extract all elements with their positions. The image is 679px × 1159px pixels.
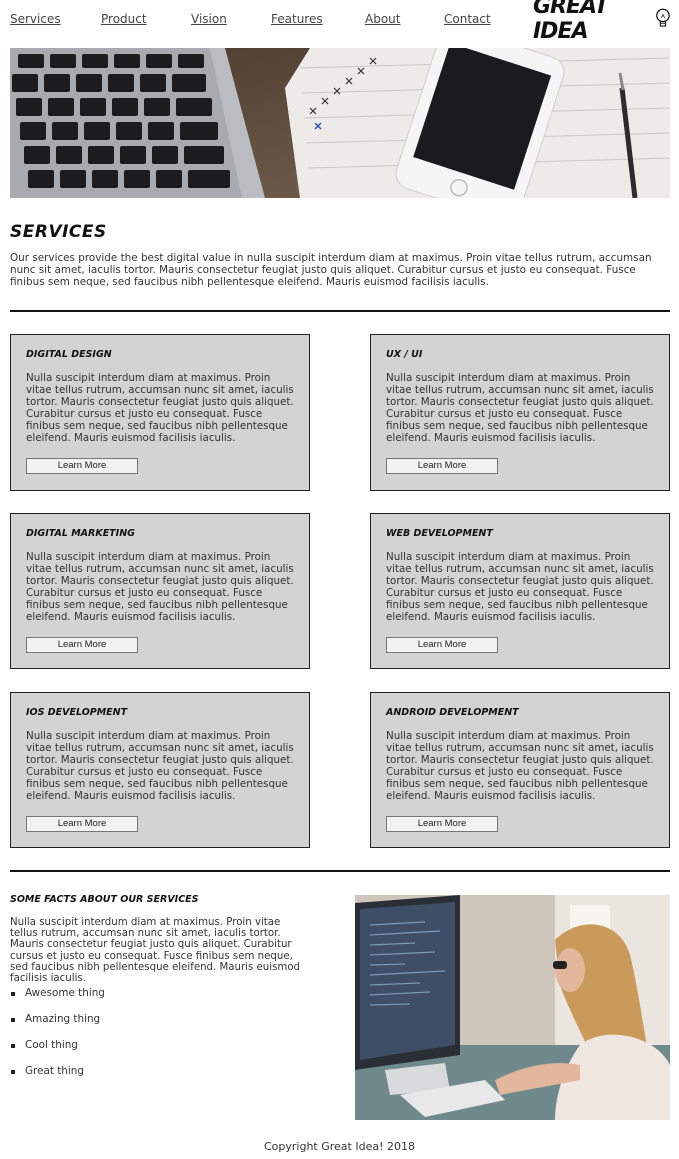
- facts-title: Some facts about our services: [10, 894, 199, 905]
- service-card-digital-marketing: Digital Marketing Nulla suscipit interdu…: [10, 513, 310, 669]
- facts-text: Nulla suscipit interdum diam at maximus.…: [10, 917, 301, 985]
- nav-link-vision[interactable]: Vision: [191, 12, 227, 26]
- logo[interactable]: GREAT IDEA: [533, 0, 671, 44]
- facts-list: Awesome thing Amazing thing Cool thing G…: [10, 987, 105, 1091]
- services-intro: Our services provide the best digital va…: [10, 252, 652, 288]
- service-card-ios-development: IOS Development Nulla suscipit interdum …: [10, 692, 310, 848]
- card-text: Nulla suscipit interdum diam at maximus.…: [26, 372, 294, 444]
- learn-more-button[interactable]: Learn More: [26, 816, 138, 832]
- card-text: Nulla suscipit interdum diam at maximus.…: [386, 551, 654, 623]
- learn-more-button[interactable]: Learn More: [386, 816, 498, 832]
- nav-link-services[interactable]: Services: [10, 12, 61, 26]
- card-text: Nulla suscipit interdum diam at maximus.…: [386, 730, 654, 802]
- service-card-digital-design: Digital Design Nulla suscipit interdum d…: [10, 334, 310, 491]
- list-item: Amazing thing: [10, 1013, 105, 1039]
- list-item: Awesome thing: [10, 987, 105, 1013]
- nav-link-contact[interactable]: Contact: [444, 12, 491, 26]
- logo-text: GREAT IDEA: [533, 0, 609, 44]
- card-text: Nulla suscipit interdum diam at maximus.…: [26, 551, 294, 623]
- lightbulb-icon: [656, 8, 670, 27]
- card-title: UX / UI: [386, 349, 423, 360]
- card-text: Nulla suscipit interdum diam at maximus.…: [386, 372, 654, 444]
- learn-more-button[interactable]: Learn More: [386, 637, 498, 653]
- footer-copyright: Copyright Great Idea! 2018: [263, 1140, 415, 1153]
- services-title: SERVICES: [10, 222, 107, 242]
- card-title: Android Development: [386, 707, 519, 718]
- card-title: Digital Design: [26, 349, 112, 360]
- learn-more-button[interactable]: Learn More: [26, 637, 138, 653]
- learn-more-button[interactable]: Learn More: [26, 458, 138, 474]
- nav-link-about[interactable]: About: [365, 12, 400, 26]
- list-item: Cool thing: [10, 1039, 105, 1065]
- service-card-web-development: Web Development Nulla suscipit interdum …: [370, 513, 670, 669]
- learn-more-button[interactable]: Learn More: [386, 458, 498, 474]
- service-card-android-development: Android Development Nulla suscipit inter…: [370, 692, 670, 848]
- divider: [10, 870, 670, 872]
- hero-photo: [10, 48, 670, 198]
- nav-link-features[interactable]: Features: [271, 12, 323, 26]
- card-text: Nulla suscipit interdum diam at maximus.…: [26, 730, 294, 802]
- card-title: Digital Marketing: [26, 528, 135, 539]
- card-title: IOS Development: [26, 707, 128, 718]
- woman-at-computer-photo: [355, 895, 670, 1120]
- divider: [10, 310, 670, 312]
- service-card-ux-ui: UX / UI Nulla suscipit interdum diam at …: [370, 334, 670, 491]
- list-item: Great thing: [10, 1065, 105, 1091]
- nav-link-product[interactable]: Product: [101, 12, 147, 26]
- laptop-phone-notebook-photo: [10, 48, 670, 198]
- card-title: Web Development: [386, 528, 493, 539]
